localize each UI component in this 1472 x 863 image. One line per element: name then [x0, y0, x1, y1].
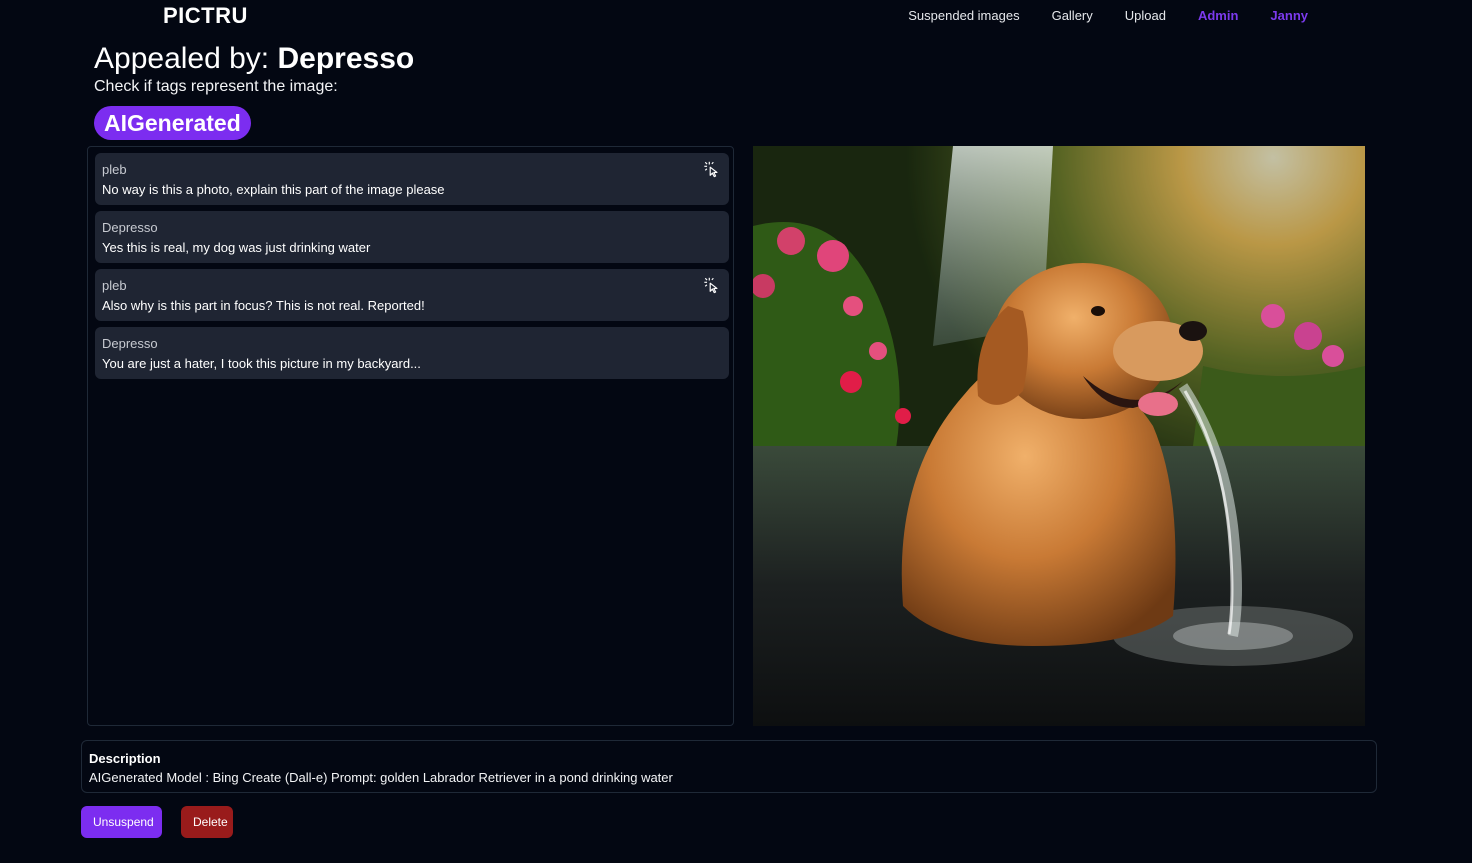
dog-in-pond-image — [753, 146, 1365, 726]
comment-item: pleb Also why is this part in focus? Thi… — [95, 269, 729, 321]
comment-item: pleb No way is this a photo, explain thi… — [95, 153, 729, 205]
comment-text: No way is this a photo, explain this par… — [102, 182, 445, 197]
comment-item: Depresso You are just a hater, I took th… — [95, 327, 729, 379]
nav-gallery[interactable]: Gallery — [1052, 8, 1093, 23]
appellant-name: Depresso — [277, 42, 415, 75]
description-text: AIGenerated Model : Bing Create (Dall-e)… — [89, 770, 673, 785]
cursor-click-icon[interactable] — [703, 276, 721, 294]
title-prefix: Appealed by: — [94, 42, 278, 75]
comments-panel: pleb No way is this a photo, explain thi… — [87, 146, 734, 726]
comment-author: Depresso — [102, 336, 158, 351]
nav-admin[interactable]: Admin — [1198, 8, 1238, 23]
comment-text: Also why is this part in focus? This is … — [102, 298, 425, 313]
appealed-image[interactable] — [753, 146, 1365, 726]
description-box: Description AIGenerated Model : Bing Cre… — [81, 740, 1377, 793]
top-navbar: PICTRU Suspended images Gallery Upload A… — [0, 0, 1472, 34]
nav-user-janny[interactable]: Janny — [1270, 8, 1308, 23]
nav-upload[interactable]: Upload — [1125, 8, 1166, 23]
page-title: Appealed by: Depresso — [94, 42, 414, 76]
cursor-click-icon[interactable] — [703, 160, 721, 178]
page-subtitle: Check if tags represent the image: — [94, 78, 338, 95]
nav-suspended-images[interactable]: Suspended images — [908, 8, 1019, 23]
delete-button[interactable]: Delete — [181, 806, 233, 838]
comment-author: Depresso — [102, 220, 158, 235]
tag-chip-aigenerated[interactable]: AIGenerated — [94, 106, 251, 140]
site-logo[interactable]: PICTRU — [163, 3, 248, 29]
unsuspend-button[interactable]: Unsuspend — [81, 806, 162, 838]
main-nav: Suspended images Gallery Upload Admin Ja… — [908, 8, 1308, 23]
comment-item: Depresso Yes this is real, my dog was ju… — [95, 211, 729, 263]
description-label: Description — [89, 751, 161, 766]
comment-author: pleb — [102, 278, 127, 293]
comment-author: pleb — [102, 162, 127, 177]
comment-text: Yes this is real, my dog was just drinki… — [102, 240, 371, 255]
comment-text: You are just a hater, I took this pictur… — [102, 356, 421, 371]
